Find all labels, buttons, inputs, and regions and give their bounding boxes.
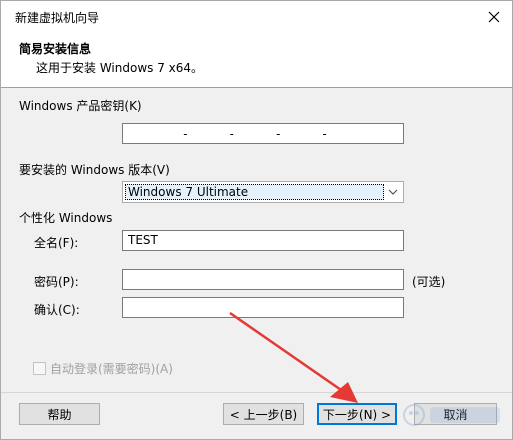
autologin-checkbox-row: 自动登录(需要密码)(A) bbox=[33, 360, 173, 377]
watermark-logo bbox=[403, 404, 500, 426]
confirm-label: 确认(C): bbox=[34, 303, 80, 317]
autologin-checkbox[interactable] bbox=[33, 362, 46, 375]
product-key-input[interactable]: - - - - bbox=[122, 123, 404, 144]
footer-divider bbox=[1, 392, 512, 393]
confirm-password-input[interactable] bbox=[122, 297, 404, 318]
page-subtitle: 这用于安装 Windows 7 x64。 bbox=[36, 61, 204, 75]
close-button[interactable] bbox=[476, 1, 512, 32]
fullname-input[interactable]: TEST bbox=[122, 230, 404, 251]
optional-note: (可选) bbox=[412, 275, 446, 289]
product-key-label: Windows 产品密钥(K) bbox=[19, 99, 142, 113]
title-bar: 新建虚拟机向导 bbox=[1, 1, 512, 32]
fullname-value: TEST bbox=[128, 233, 158, 247]
version-label: 要安装的 Windows 版本(V) bbox=[19, 163, 170, 177]
chevron-down-icon[interactable] bbox=[386, 185, 400, 199]
autologin-label: 自动登录(需要密码)(A) bbox=[50, 362, 173, 376]
close-icon bbox=[488, 11, 500, 22]
password-input[interactable] bbox=[122, 269, 404, 290]
wizard-window: 新建虚拟机向导 简易安装信息 这用于安装 Windows 7 x64。 Wind… bbox=[0, 0, 513, 440]
page-title: 简易安装信息 bbox=[19, 42, 92, 56]
version-selected-value: Windows 7 Ultimate bbox=[125, 184, 384, 200]
personalize-group-label: 个性化 Windows bbox=[19, 211, 113, 225]
back-button[interactable]: < 上一步(B) bbox=[223, 403, 304, 425]
password-label: 密码(P): bbox=[34, 275, 79, 289]
product-key-value: - - - - bbox=[181, 126, 345, 141]
version-select[interactable]: Windows 7 Ultimate bbox=[122, 181, 404, 203]
fullname-label: 全名(F): bbox=[34, 236, 79, 250]
window-title: 新建虚拟机向导 bbox=[15, 11, 100, 25]
wizard-header: 简易安装信息 这用于安装 Windows 7 x64。 bbox=[1, 32, 512, 88]
next-button[interactable]: 下一步(N) > bbox=[317, 403, 397, 425]
help-button[interactable]: 帮助 bbox=[19, 403, 100, 425]
